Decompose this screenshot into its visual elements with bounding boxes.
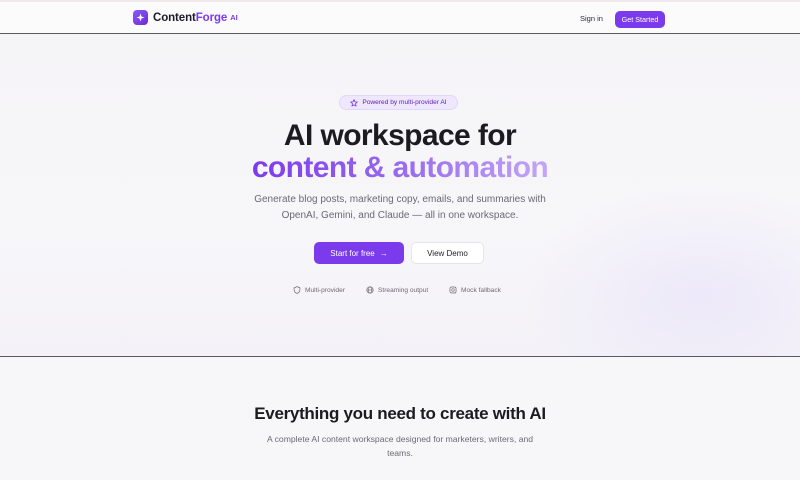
brand-suffix: AI: [230, 13, 238, 22]
signin-link[interactable]: Sign in: [580, 14, 603, 23]
star-icon: [350, 98, 359, 106]
feature-multi-provider: Multi-provider: [293, 286, 345, 294]
hero-badge-label: Powered by multi-provider AI: [362, 99, 447, 106]
brand-name: ContentForge: [153, 11, 228, 24]
start-free-label: Start for free: [330, 248, 375, 258]
hero-subtitle: Generate blog posts, marketing copy, ema…: [254, 194, 546, 221]
get-started-button[interactable]: Get Started: [615, 11, 665, 28]
brand-logo[interactable]: ContentForge AI: [133, 10, 238, 25]
hero-glow: [520, 184, 800, 356]
features-subtitle: A complete AI content workspace designed…: [266, 434, 534, 458]
hero-headline-accent: content & automation: [251, 151, 549, 184]
features-section: Everything you need to create with AI A …: [0, 357, 800, 480]
database-icon: [449, 286, 457, 294]
hero-badge: Powered by multi-provider AI: [339, 95, 458, 110]
feature-mock-fallback: Mock fallback: [449, 286, 501, 294]
view-demo-button[interactable]: View Demo: [411, 242, 484, 264]
start-free-button[interactable]: Start for free →: [314, 242, 404, 264]
hero-section: Powered by multi-provider AI AI workspac…: [0, 34, 800, 357]
feature-streaming-output: Streaming output: [366, 286, 428, 294]
top-navbar: ContentForge AI Sign in Get Started: [0, 0, 800, 34]
sparkle-icon: [133, 10, 148, 25]
arrow-right-icon: →: [379, 248, 388, 258]
globe-icon: [366, 286, 374, 294]
shield-icon: [293, 286, 301, 294]
feature-highlights: Multi-provider Streaming output Mock fal…: [0, 286, 800, 298]
features-title: Everything you need to create with AI: [254, 404, 546, 423]
hero-headline: AI workspace for: [283, 119, 517, 152]
